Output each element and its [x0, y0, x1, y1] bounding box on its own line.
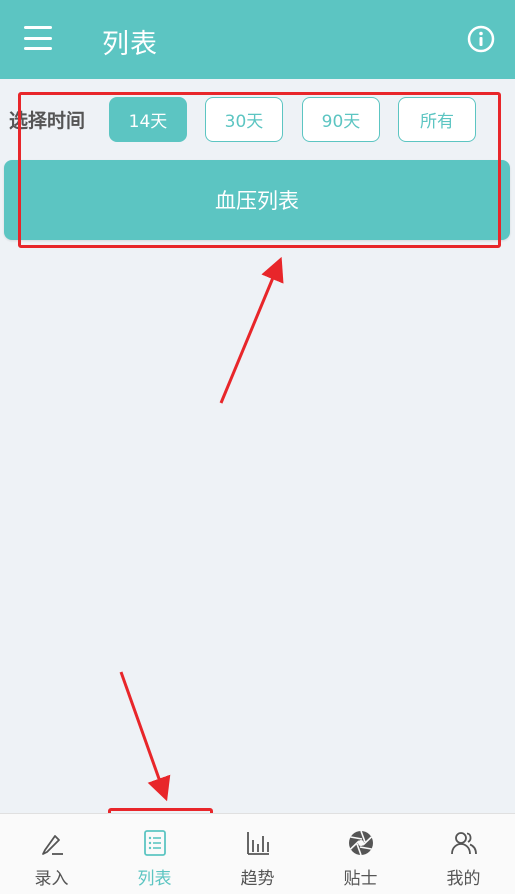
filter-chip-30-days[interactable]: 30天 — [205, 97, 283, 142]
nav-item-trend[interactable]: 趋势 — [206, 814, 309, 894]
nav-item-label: 列表 — [137, 869, 172, 889]
nav-item-label: 趋势 — [240, 869, 275, 889]
hamburger-menu-icon[interactable] — [24, 26, 52, 50]
filter-chip-14-days[interactable]: 14天 — [109, 97, 187, 142]
nav-item-mine[interactable]: 我的 — [412, 814, 515, 894]
filter-chip-all[interactable]: 所有 — [398, 97, 476, 142]
users-icon — [450, 832, 477, 855]
nav-item-label: 录入 — [34, 869, 69, 889]
filter-chip-90-days[interactable]: 90天 — [302, 97, 380, 142]
page-title: 列表 — [102, 29, 158, 60]
time-filter-label: 选择时间 — [9, 110, 86, 132]
aperture-icon — [348, 830, 373, 856]
nav-item-tips[interactable]: 贴士 — [309, 814, 412, 894]
nav-item-label: 我的 — [446, 869, 481, 889]
bottom-navigation: 录入 列表 趋势 贴士 我的 — [0, 813, 515, 894]
list-icon — [143, 830, 166, 856]
info-circle-icon[interactable] — [467, 25, 495, 53]
app-header: 列表 — [0, 0, 515, 79]
nav-item-label: 贴士 — [343, 869, 378, 889]
bar-chart-icon — [246, 832, 269, 855]
nav-item-list[interactable]: 列表 — [103, 814, 206, 894]
blood-pressure-list-button[interactable]: 血压列表 — [4, 160, 510, 240]
annotation-arrow-up — [219, 256, 284, 404]
nav-item-entry[interactable]: 录入 — [0, 814, 103, 894]
pen-icon — [41, 835, 63, 855]
annotation-arrow-down — [119, 671, 171, 802]
